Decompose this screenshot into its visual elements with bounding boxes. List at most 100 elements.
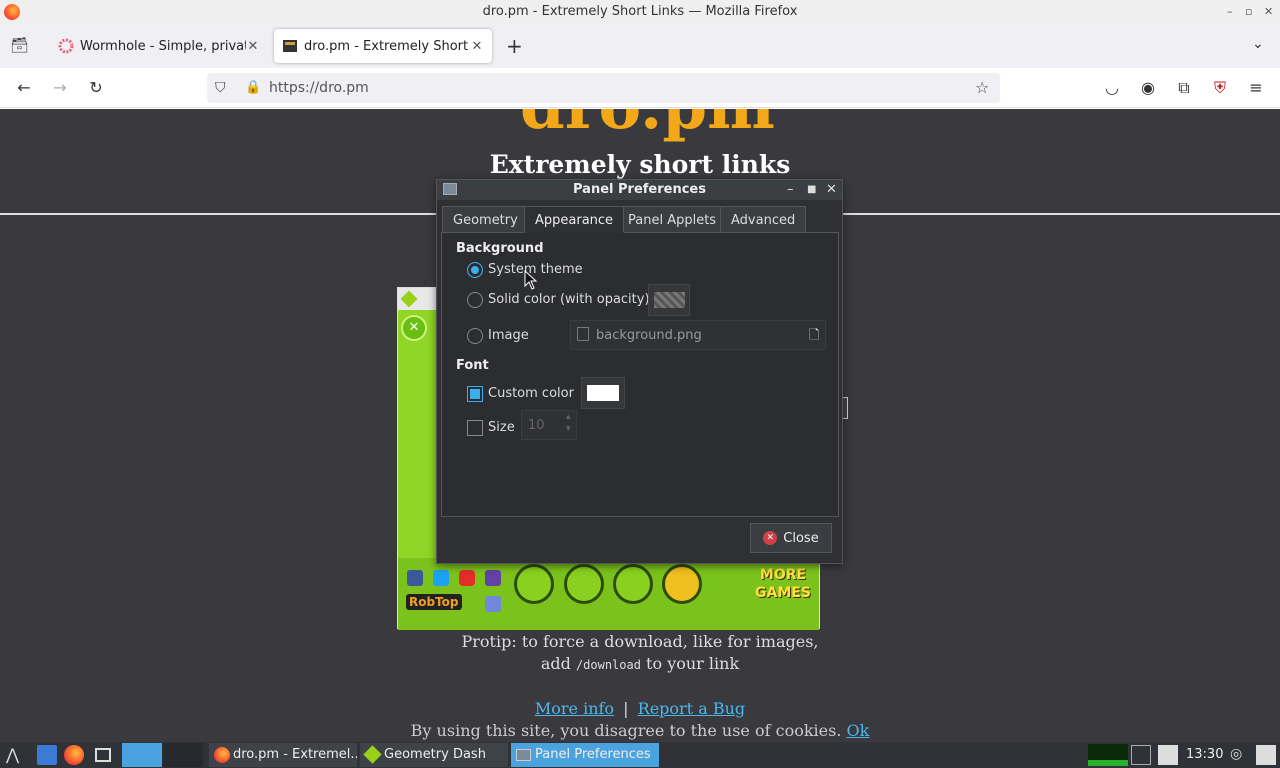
tab-close-icon[interactable]: ✕ — [246, 39, 260, 54]
more-info-link[interactable]: More info — [535, 699, 614, 718]
tab-geometry[interactable]: Geometry — [442, 206, 529, 233]
twitch-icon — [485, 570, 501, 586]
mouse-cursor-icon — [524, 270, 538, 290]
start-menu-icon[interactable]: ⋀ — [6, 745, 19, 764]
dialog-close-icon[interactable]: ✕ — [826, 180, 837, 200]
tab-wormhole[interactable]: Wormhole - Simple, privat ✕ — [50, 29, 268, 63]
ublock-shield-icon[interactable]: ⛨ — [1208, 76, 1232, 100]
custom-color-checkbox[interactable] — [467, 386, 483, 402]
wormhole-favicon-icon — [58, 38, 74, 54]
new-tab-button[interactable]: + — [506, 34, 523, 58]
tab-overview-icon[interactable]: 🗃 — [10, 36, 29, 54]
taskbar-item-label: dro.pm - Extremel... — [233, 747, 357, 762]
cookie-notice: By using this site, you disagree to the … — [0, 721, 1280, 740]
cookie-ok-link[interactable]: Ok — [847, 721, 870, 740]
image-label[interactable]: Image — [488, 328, 529, 343]
desktop-switcher-1[interactable] — [122, 743, 162, 767]
tab-advanced[interactable]: Advanced — [720, 206, 807, 233]
show-desktop-icon[interactable] — [95, 748, 111, 762]
tab-close-icon[interactable]: ✕ — [470, 39, 484, 54]
tab-bar: 🗃 Wormhole - Simple, privat ✕ dro.pm - E… — [0, 24, 1280, 68]
cpu-monitor-icon — [1088, 744, 1128, 766]
dialog-titlebar[interactable]: Panel Preferences – ■ ✕ — [437, 180, 842, 200]
tab-label: dro.pm - Extremely Short l — [304, 38, 470, 54]
close-button[interactable]: ✕ Close — [750, 523, 832, 553]
game-close-icon: ✕ — [401, 315, 427, 341]
cookie-text: By using this site, you disagree to the … — [410, 721, 842, 740]
newgrounds-icon — [662, 564, 702, 604]
tab-label: Wormhole - Simple, privat — [80, 38, 246, 54]
lock-icon[interactable]: 🔒 — [245, 80, 261, 95]
menu-hamburger-icon[interactable]: ≡ — [1244, 76, 1268, 100]
firefox-logo-icon — [4, 4, 20, 20]
pocket-icon[interactable]: ◡ — [1100, 76, 1124, 100]
image-file-icon — [577, 327, 589, 341]
size-checkbox[interactable] — [467, 420, 483, 436]
facebook-icon — [407, 570, 423, 586]
taskbar-item-firefox[interactable]: dro.pm - Extremel... — [209, 743, 357, 767]
protip-line1: Protip: to force a download, like for im… — [461, 632, 819, 651]
dialog-maximize-icon[interactable]: ■ — [807, 180, 816, 200]
system-theme-radio[interactable] — [467, 262, 483, 278]
firefox-icon — [214, 747, 230, 763]
footer-links: More info | Report a Bug — [0, 699, 1280, 718]
background-heading: Background — [456, 241, 544, 256]
panel-preferences-dialog: Panel Preferences – ■ ✕ Geometry Appeara… — [436, 179, 843, 564]
close-window-icon[interactable]: ✕ — [1264, 0, 1273, 24]
dialog-app-icon — [443, 183, 457, 195]
clock[interactable]: 13:30 — [1186, 742, 1223, 768]
image-file-chooser[interactable]: background.png 🗋 — [570, 320, 826, 350]
font-color-picker[interactable] — [581, 377, 625, 409]
network-monitor-icon[interactable] — [1131, 745, 1151, 765]
protip-suffix: to your link — [640, 654, 740, 673]
more-games-button: MORE GAMES — [750, 566, 816, 602]
reload-icon[interactable]: ↻ — [84, 76, 108, 100]
protip-code: /download — [575, 658, 641, 672]
link-separator: | — [623, 699, 629, 718]
size-spinbox[interactable]: 10 ▴ ▾ — [521, 410, 577, 440]
spin-down-icon[interactable]: ▾ — [566, 424, 571, 434]
desktop-switcher-2[interactable] — [163, 743, 203, 767]
extensions-icon[interactable]: ⧉ — [1172, 76, 1196, 100]
taskbar-item-label: Panel Preferences — [535, 747, 651, 762]
tab-appearance[interactable]: Appearance — [524, 206, 625, 233]
file-manager-icon[interactable] — [37, 745, 57, 765]
report-bug-link[interactable]: Report a Bug — [638, 699, 745, 718]
tab-dropm[interactable]: dro.pm - Extremely Short l ✕ — [274, 29, 492, 63]
image-radio[interactable] — [467, 328, 483, 344]
list-tabs-chevron-down-icon[interactable]: ⌄ — [1252, 36, 1264, 52]
bookmark-star-icon[interactable]: ☆ — [975, 78, 989, 97]
account-icon[interactable]: ◉ — [1136, 76, 1160, 100]
dialog-minimize-icon[interactable]: – — [787, 180, 794, 200]
open-file-icon[interactable]: 🗋 — [809, 326, 819, 348]
back-arrow-icon[interactable]: ← — [12, 76, 36, 100]
youtube-icon — [459, 570, 475, 586]
power-icon[interactable] — [1256, 745, 1276, 765]
minimize-icon[interactable]: – — [1227, 0, 1233, 24]
solid-color-picker[interactable] — [648, 284, 690, 316]
solid-color-radio[interactable] — [467, 292, 483, 308]
size-label[interactable]: Size — [488, 420, 515, 435]
tab-panel-applets[interactable]: Panel Applets — [617, 206, 728, 233]
taskbar-item-panel-preferences[interactable]: Panel Preferences — [511, 743, 659, 767]
window-titlebar: dro.pm - Extremely Short Links — Mozilla… — [0, 0, 1280, 24]
close-button-label: Close — [783, 530, 819, 546]
taskbar-item-geometry-dash[interactable]: Geometry Dash — [360, 743, 508, 767]
forward-arrow-icon[interactable]: → — [48, 76, 72, 100]
custom-color-label[interactable]: Custom color — [488, 386, 574, 401]
more-games-line1: MORE — [759, 567, 807, 583]
solid-color-label[interactable]: Solid color (with opacity) — [488, 292, 650, 307]
tracking-shield-icon[interactable]: ⛉ — [215, 80, 226, 96]
taskbar: ⋀ dro.pm - Extremel... Geometry Dash Pan… — [0, 742, 1280, 768]
panel-preferences-icon — [516, 749, 531, 761]
firefox-launcher-icon[interactable] — [64, 745, 84, 765]
spin-up-icon[interactable]: ▴ — [566, 412, 571, 422]
stats-bars-icon — [613, 564, 653, 604]
url-text[interactable]: https://dro.pm — [269, 80, 369, 96]
image-file-name: background.png — [596, 328, 702, 343]
logout-icon[interactable] — [1158, 745, 1178, 765]
accessibility-icon[interactable]: ◎ — [1230, 746, 1242, 762]
site-logo: dro.pm — [520, 109, 775, 144]
maximize-icon[interactable]: ▫ — [1245, 0, 1252, 24]
window-title: dro.pm - Extremely Short Links — Mozilla… — [482, 4, 798, 19]
